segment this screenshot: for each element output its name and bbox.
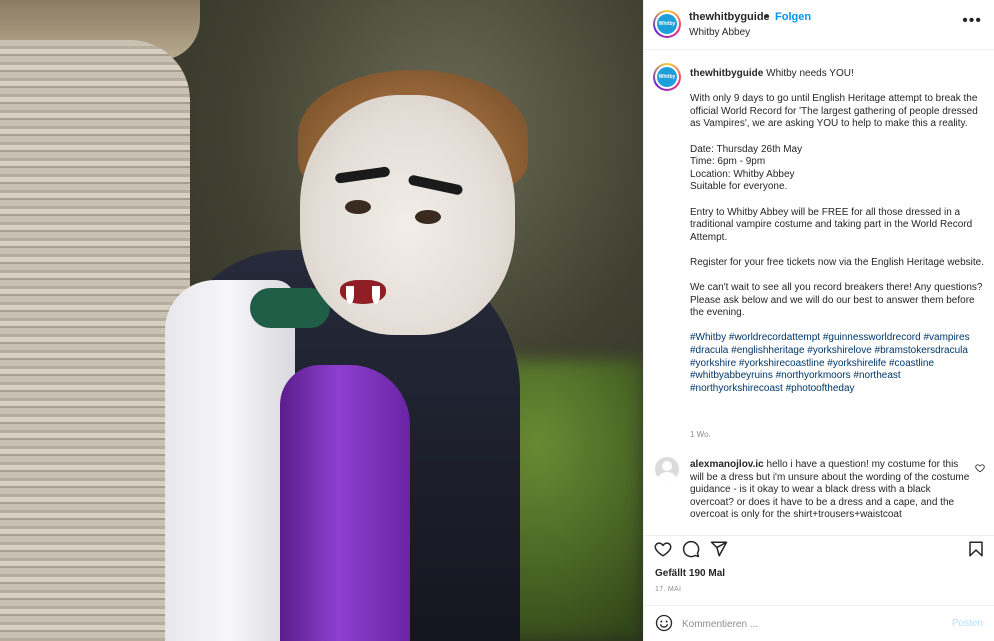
caption-hashtags[interactable]: #Whitby #worldrecordattempt #guinnesswor… — [690, 332, 985, 395]
more-horizontal-icon[interactable]: ••• — [962, 12, 982, 30]
header-location[interactable]: Whitby Abbey — [689, 27, 750, 38]
photo-fang-left — [346, 286, 354, 304]
bookmark-icon[interactable] — [967, 540, 985, 558]
caption-detail-time: Time: 6pm - 9pm — [690, 156, 766, 168]
photo-face — [300, 95, 515, 335]
caption-paragraph-1: With only 9 days to go until English Her… — [690, 93, 978, 130]
post-comment-button[interactable]: Posten — [952, 618, 983, 629]
caption-intro: Whitby needs YOU! — [766, 68, 854, 79]
caption-paragraph-3: Register for your free tickets now via t… — [690, 256, 985, 268]
share-icon[interactable] — [710, 540, 728, 558]
follow-button[interactable]: Folgen — [775, 11, 811, 23]
photo-cape-lining — [280, 365, 410, 641]
commenter-avatar[interactable] — [655, 457, 679, 481]
post-caption: thewhitbyguide Whitby needs YOU! With on… — [690, 68, 985, 408]
caption-paragraph-2: Entry to Whitby Abbey will be FREE for a… — [690, 206, 973, 243]
comment-icon[interactable] — [682, 540, 700, 558]
post-header: Whitby thewhitbyguide • Folgen Whitby Ab… — [644, 0, 994, 50]
header-username[interactable]: thewhitbyguide — [689, 11, 770, 23]
caption-avatar-logo: Whitby — [657, 67, 677, 87]
profile-avatar[interactable]: Whitby — [653, 10, 681, 38]
post-actions: Gefällt 190 Mal 17. MAI — [644, 535, 994, 605]
comment-input[interactable] — [682, 615, 932, 633]
caption-time-ago: 1 Wo. — [690, 430, 711, 439]
caption-detail-date: Date: Thursday 26th May — [690, 143, 803, 155]
likes-count[interactable]: Gefällt 190 Mal — [655, 568, 725, 579]
comments-scroll-area[interactable]: Whitby thewhitbyguide Whitby needs YOU! … — [644, 50, 994, 535]
photo-eye-right — [415, 210, 441, 224]
caption-paragraph-4: We can't wait to see all you record brea… — [690, 282, 983, 319]
photo-fang-right — [372, 286, 380, 304]
header-separator: • — [765, 11, 769, 23]
emoji-icon[interactable] — [655, 614, 673, 632]
photo-tree-trunk — [0, 40, 190, 641]
post-photo[interactable] — [0, 0, 643, 641]
caption-detail-suitability: Suitable for everyone. — [690, 181, 788, 193]
comment-like-icon[interactable] — [975, 463, 985, 473]
comment-username[interactable]: alexmanojlov.ic — [690, 459, 764, 470]
avatar-logo: Whitby — [657, 14, 677, 34]
post-side-panel: Whitby thewhitbyguide • Folgen Whitby Ab… — [643, 0, 994, 641]
photo-eye-left — [345, 200, 371, 214]
post-date: 17. MAI — [655, 586, 682, 593]
add-comment-bar: Posten — [644, 605, 994, 641]
photo-shirt — [165, 280, 295, 641]
caption-avatar[interactable]: Whitby — [653, 63, 681, 91]
caption-username[interactable]: thewhitbyguide — [690, 68, 763, 79]
caption-detail-location: Location: Whitby Abbey — [690, 168, 795, 180]
heart-icon[interactable] — [654, 540, 672, 558]
photo-bow-tie — [250, 288, 330, 328]
comment-item: alexmanojlov.ic hello i have a question!… — [690, 459, 970, 522]
caption-details: Date: Thursday 26th May Time: 6pm - 9pm … — [690, 144, 985, 194]
